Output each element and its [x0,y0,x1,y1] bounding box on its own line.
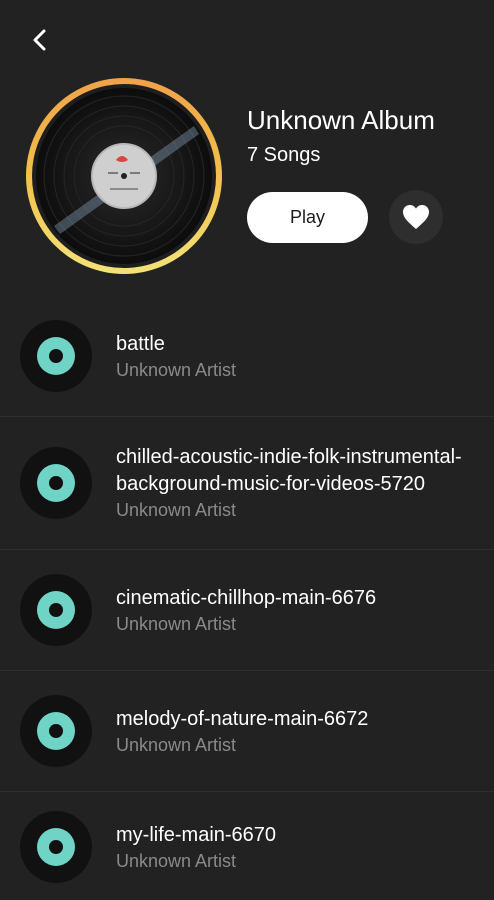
song-artist: Unknown Artist [116,734,237,755]
song-artist: Unknown Artist [116,613,237,634]
album-info: Unknown Album 7 Songs [247,104,477,168]
album-cover [24,76,224,276]
album-title: Unknown Album [247,105,435,135]
song-text: chilled-acoustic-indie-folk-instrumental… [116,444,474,522]
heart-icon [403,205,429,229]
disc-icon [20,320,92,392]
song-title: my-life-main-6670 [116,823,277,846]
list-item[interactable]: cinematic-chillhop-main-6676 Unknown Art… [0,550,494,671]
list-item[interactable]: my-life-main-6670 Unknown Artist [0,792,494,900]
song-artist: Unknown Artist [116,500,237,520]
song-text: my-life-main-6670 Unknown Artist [116,822,474,873]
back-button[interactable] [22,22,58,58]
disc-icon [20,695,92,767]
vinyl-record-icon [26,78,222,274]
list-item[interactable]: melody-of-nature-main-6672 Unknown Artis… [0,671,494,792]
album-screen: Unknown Album 7 Songs Play battle Unknow… [0,0,494,900]
song-artist: Unknown Artist [116,850,237,871]
song-artist: Unknown Artist [116,359,237,380]
list-item[interactable]: chilled-acoustic-indie-folk-instrumental… [0,417,494,550]
album-header: Unknown Album 7 Songs Play [24,76,474,276]
chevron-left-icon [33,29,46,51]
like-button[interactable] [389,190,443,244]
song-text: battle Unknown Artist [116,331,474,382]
song-count: 7 Songs [247,144,321,166]
song-text: melody-of-nature-main-6672 Unknown Artis… [116,706,474,757]
song-title: battle [116,332,165,355]
song-title: melody-of-nature-main-6672 [116,707,369,730]
album-actions: Play [247,190,443,244]
song-title: chilled-acoustic-indie-folk-instrumental… [116,446,462,495]
play-button[interactable]: Play [247,191,368,243]
disc-icon [20,574,92,646]
song-title: cinematic-chillhop-main-6676 [116,586,377,609]
song-text: cinematic-chillhop-main-6676 Unknown Art… [116,585,474,636]
disc-icon [20,811,92,883]
disc-icon [20,447,92,519]
list-item[interactable]: battle Unknown Artist [0,296,494,417]
song-list: battle Unknown Artist chilled-acoustic-i… [0,296,494,900]
